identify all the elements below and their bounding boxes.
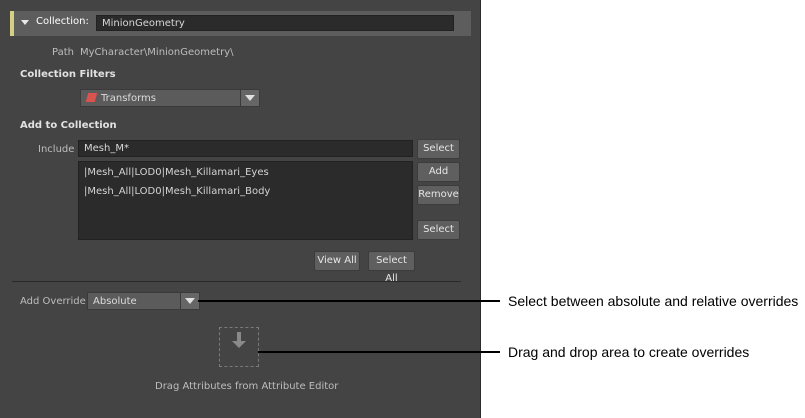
chevron-down-icon — [185, 298, 195, 304]
add-to-collection-heading: Add to Collection — [20, 120, 117, 131]
collection-filter-value: Transforms — [101, 93, 156, 104]
collection-name-field[interactable]: MinionGeometry — [96, 15, 454, 31]
add-button[interactable]: Add — [417, 162, 460, 182]
drop-area-caption: Drag Attributes from Attribute Editor — [155, 381, 339, 392]
override-drop-area[interactable] — [219, 327, 259, 367]
path-value: MyCharacter\MinionGeometry\ — [80, 47, 234, 58]
chevron-down-icon — [245, 95, 255, 101]
drop-arrow-head-icon — [232, 341, 246, 348]
include-label: Include — [38, 144, 75, 155]
list-item[interactable]: |Mesh_All|LOD0|Mesh_Killamari_Eyes — [84, 167, 269, 178]
override-callout-text: Select between absolute and relative ove… — [508, 293, 799, 309]
collection-filters-heading: Collection Filters — [20, 69, 116, 80]
drop-callout-line — [258, 351, 500, 353]
transform-icon — [85, 93, 98, 102]
collection-members-list[interactable]: |Mesh_All|LOD0|Mesh_Killamari_Eyes |Mesh… — [78, 161, 413, 240]
override-type-dropdown[interactable]: Absolute — [87, 292, 200, 310]
add-override-label: Add Override — [20, 296, 86, 307]
section-divider — [12, 281, 461, 282]
drop-callout-text: Drag and drop area to create overrides — [508, 344, 750, 360]
list-item[interactable]: |Mesh_All|LOD0|Mesh_Killamari_Body — [84, 186, 270, 197]
select-include-button[interactable]: Select — [417, 139, 460, 159]
override-type-value: Absolute — [93, 296, 137, 307]
drop-arrow-icon — [237, 332, 241, 341]
include-expression-input[interactable]: Mesh_M* — [78, 140, 413, 157]
dropdown-button[interactable] — [180, 293, 199, 309]
path-label: Path — [52, 47, 74, 58]
collection-properties-panel: Collection: MinionGeometry Path MyCharac… — [0, 0, 481, 418]
select-members-button[interactable]: Select — [417, 220, 460, 240]
collapse-triangle-icon[interactable] — [21, 20, 29, 25]
collection-label: Collection: — [36, 16, 89, 27]
view-all-button[interactable]: View All — [314, 251, 360, 271]
override-callout-line — [198, 300, 500, 302]
remove-button[interactable]: Remove — [417, 185, 460, 205]
collection-header[interactable]: Collection: MinionGeometry — [10, 11, 471, 36]
select-all-button[interactable]: Select All — [368, 251, 415, 284]
collection-filter-dropdown[interactable]: Transforms — [80, 89, 260, 107]
dropdown-button[interactable] — [240, 90, 259, 106]
